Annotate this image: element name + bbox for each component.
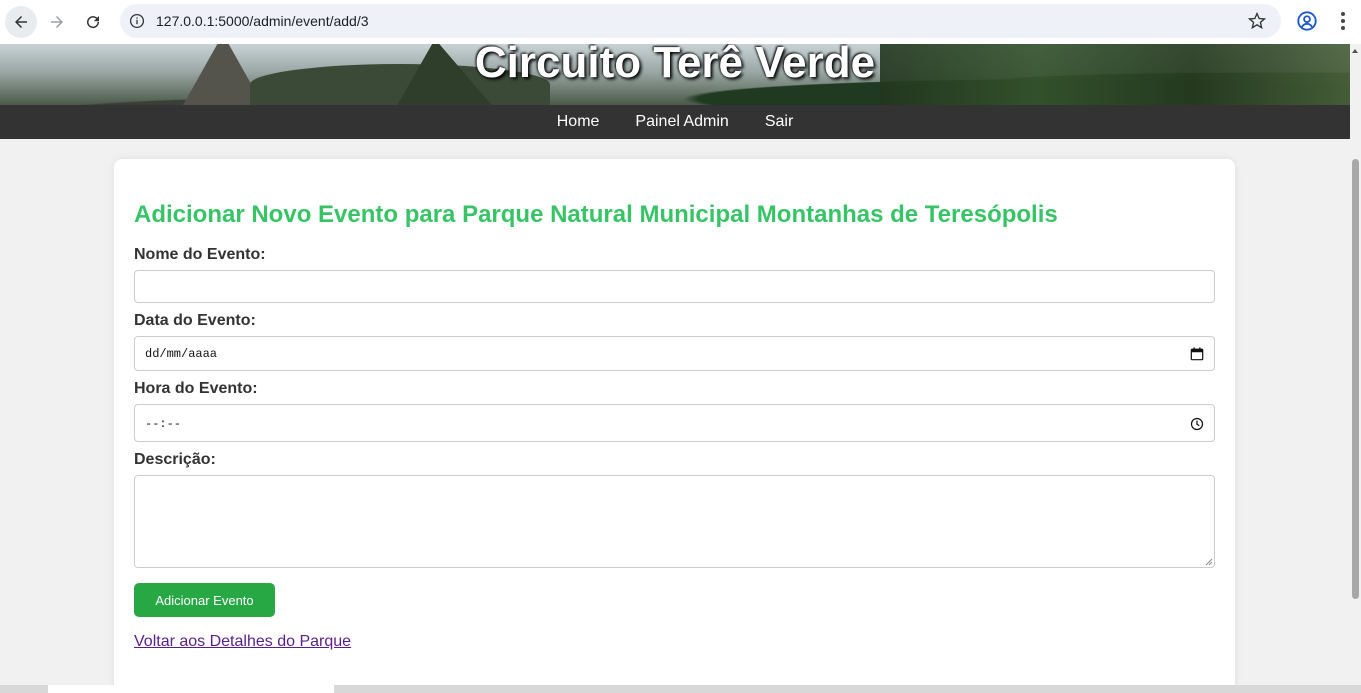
clock-icon[interactable]	[1190, 417, 1204, 431]
resize-grip-icon[interactable]	[1204, 557, 1213, 566]
event-date-input[interactable]: dd/mm/aaaa	[134, 336, 1215, 371]
forward-arrow-icon[interactable]	[41, 6, 73, 38]
address-bar[interactable]: 127.0.0.1:5000/admin/event/add/3	[120, 4, 1281, 38]
add-event-button[interactable]: Adicionar Evento	[134, 583, 275, 617]
event-time-input[interactable]: --:--	[134, 404, 1215, 442]
browser-toolbar: 127.0.0.1:5000/admin/event/add/3	[0, 0, 1361, 44]
url-text[interactable]: 127.0.0.1:5000/admin/event/add/3	[156, 13, 369, 29]
time-placeholder: --:--	[145, 417, 182, 431]
calendar-icon[interactable]	[1190, 347, 1204, 361]
event-name-input[interactable]	[134, 270, 1215, 303]
description-textarea[interactable]	[134, 475, 1215, 568]
nav-admin-panel-link[interactable]: Painel Admin	[635, 113, 728, 131]
event-time-label: Hora do Evento:	[134, 380, 258, 397]
main-navbar: Home Painel Admin Sair	[0, 105, 1350, 139]
description-label: Descrição:	[134, 451, 216, 468]
taskbar-window	[48, 685, 334, 693]
scroll-up-arrow-icon[interactable]	[1352, 49, 1358, 53]
page-scrollbar[interactable]	[1350, 44, 1361, 685]
back-arrow-icon[interactable]	[5, 6, 37, 38]
form-heading: Adicionar Novo Evento para Parque Natura…	[134, 201, 1058, 228]
page-viewport: Circuito Terê Verde Home Painel Admin Sa…	[0, 44, 1350, 685]
scrollbar-thumb[interactable]	[1352, 159, 1359, 599]
back-to-park-link[interactable]: Voltar aos Detalhes do Parque	[134, 633, 351, 651]
menu-kebab-icon[interactable]	[1334, 10, 1352, 32]
reload-icon[interactable]	[77, 6, 109, 38]
event-date-label: Data do Evento:	[134, 312, 256, 329]
taskbar-strip	[0, 685, 1361, 693]
nav-logout-link[interactable]: Sair	[765, 113, 793, 131]
nav-home-link[interactable]: Home	[557, 113, 600, 131]
site-title: Circuito Terê Verde	[474, 44, 876, 87]
hero-banner: Circuito Terê Verde	[0, 44, 1350, 105]
add-event-form-card: Adicionar Novo Evento para Parque Natura…	[114, 159, 1235, 685]
bookmark-star-icon[interactable]	[1247, 11, 1267, 31]
site-info-icon[interactable]	[128, 12, 146, 30]
date-placeholder: dd/mm/aaaa	[145, 347, 218, 361]
event-name-label: Nome do Evento:	[134, 246, 266, 263]
profile-icon[interactable]	[1296, 10, 1318, 32]
